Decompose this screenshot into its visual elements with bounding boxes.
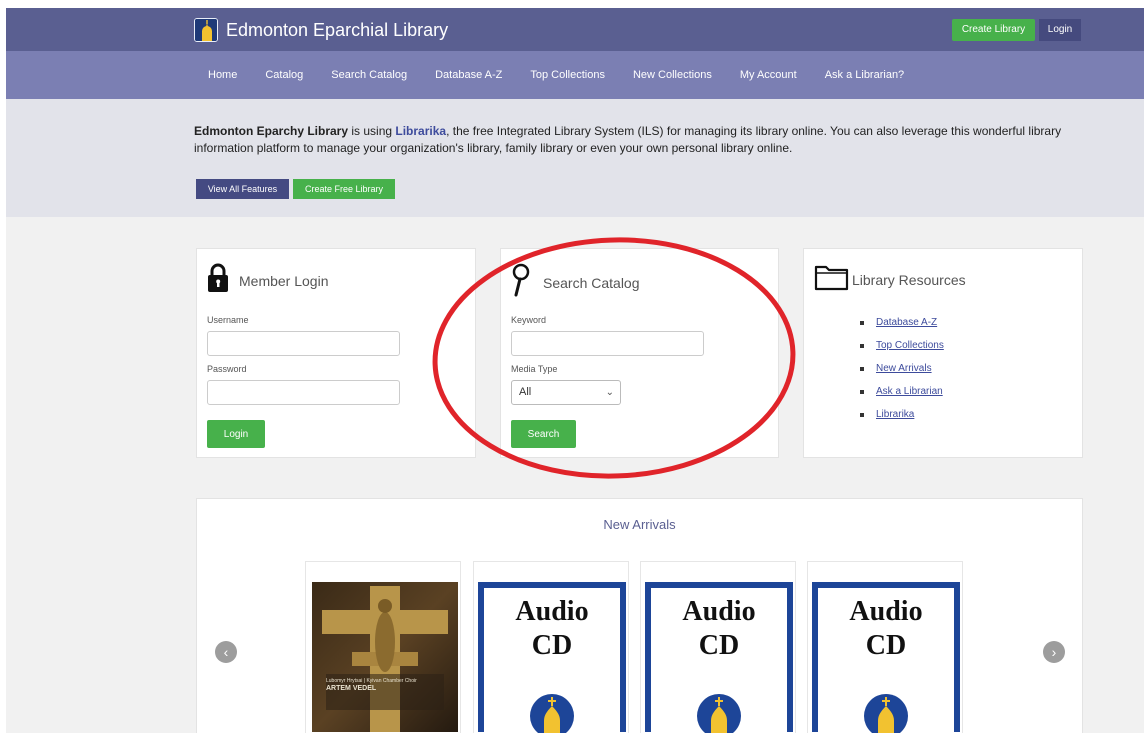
- list-item: Top Collections: [860, 340, 944, 351]
- login-button[interactable]: Login: [207, 420, 265, 448]
- nav-top-collections[interactable]: Top Collections: [530, 69, 605, 81]
- resource-link-ask-a-librarian[interactable]: Ask a Librarian: [876, 386, 943, 397]
- folder-icon: [814, 263, 850, 296]
- nav-home[interactable]: Home: [208, 69, 237, 81]
- church-dome-icon: [697, 694, 741, 733]
- lock-icon: [207, 263, 229, 298]
- library-logo-icon: [194, 18, 218, 42]
- username-label: Username: [207, 315, 249, 325]
- library-resources-title: Library Resources: [852, 271, 966, 288]
- library-resources-header: Library Resources: [814, 263, 966, 296]
- new-arrival-card[interactable]: Audio CD: [807, 561, 963, 733]
- bullet: [860, 389, 864, 394]
- arrow-left-icon[interactable]: ‹: [215, 641, 237, 663]
- album-cover-title: ARTEM VEDEL: [326, 685, 377, 692]
- nav-my-account[interactable]: My Account: [740, 69, 797, 81]
- create-free-library-button[interactable]: Create Free Library: [293, 179, 395, 199]
- bullet: [860, 343, 864, 348]
- intro-text-part-1: is using: [348, 124, 396, 138]
- nav-search-catalog[interactable]: Search Catalog: [331, 69, 407, 81]
- list-item: Database A-Z: [860, 317, 944, 328]
- password-input[interactable]: [207, 380, 400, 405]
- new-arrival-card[interactable]: Lubomyr Hrytsai | Kyivan Chamber Choir A…: [305, 561, 461, 733]
- audio-cd-cover: Audio CD: [645, 582, 793, 733]
- audio-cd-cover-inner: Audio CD: [651, 588, 787, 733]
- audio-cd-label-line1: Audio: [515, 596, 589, 627]
- keyword-label: Keyword: [511, 315, 547, 325]
- audio-cd-label-line1: Audio: [682, 596, 756, 627]
- search-catalog-title: Search Catalog: [543, 274, 640, 291]
- audio-cd-label-line2: CD: [865, 630, 907, 661]
- create-library-button[interactable]: Create Library: [952, 19, 1035, 41]
- audio-cd-label-line1: Audio: [849, 596, 923, 627]
- site-title: Edmonton Eparchial Library: [226, 20, 449, 40]
- nav-catalog[interactable]: Catalog: [265, 69, 303, 81]
- resource-link-new-arrivals[interactable]: New Arrivals: [876, 363, 932, 374]
- audio-cd-label-line2: CD: [531, 630, 573, 661]
- brand[interactable]: Edmonton Eparchial Library: [194, 18, 448, 42]
- library-resources-panel: Library Resources Database A-Z Top Colle…: [803, 248, 1083, 458]
- resource-link-top-collections[interactable]: Top Collections: [876, 340, 944, 351]
- resource-link-librarika[interactable]: Librarika: [876, 409, 914, 420]
- media-type-select[interactable]: All ⌄: [511, 380, 621, 405]
- search-catalog-panel: Search Catalog Keyword Media Type All ⌄ …: [500, 248, 779, 458]
- audio-cd-cover: Audio CD: [812, 582, 960, 733]
- bullet: [860, 320, 864, 325]
- nav-ask-a-librarian[interactable]: Ask a Librarian?: [825, 69, 905, 81]
- arrow-right-icon[interactable]: ›: [1043, 641, 1065, 663]
- main-nav: Home Catalog Search Catalog Database A-Z…: [194, 51, 932, 99]
- list-item: New Arrivals: [860, 363, 944, 374]
- library-name: Edmonton Eparchy Library: [194, 124, 349, 138]
- resource-link-database-a-z[interactable]: Database A-Z: [876, 317, 937, 328]
- member-login-title: Member Login: [239, 272, 329, 289]
- audio-cd-label-line2: CD: [698, 630, 740, 661]
- nav-database-a-z[interactable]: Database A-Z: [435, 69, 502, 81]
- view-all-features-button[interactable]: View All Features: [196, 179, 289, 199]
- member-login-header: Member Login: [207, 263, 329, 298]
- list-item: Ask a Librarian: [860, 386, 944, 397]
- nav-new-collections[interactable]: New Collections: [633, 69, 712, 81]
- librarika-link[interactable]: Librarika: [395, 124, 446, 138]
- header-login-button[interactable]: Login: [1039, 19, 1081, 41]
- keyword-input[interactable]: [511, 331, 704, 356]
- church-dome-icon: [864, 694, 908, 733]
- search-catalog-header: Search Catalog: [511, 263, 640, 302]
- new-arrival-card[interactable]: Audio CD: [473, 561, 629, 733]
- album-cover-image: Lubomyr Hrytsai | Kyivan Chamber Choir A…: [312, 582, 458, 732]
- list-item: Librarika: [860, 409, 944, 420]
- new-arrivals-title: New Arrivals: [603, 517, 676, 532]
- magnifier-icon: [511, 263, 531, 302]
- intro-text: Edmonton Eparchy Library is using Librar…: [194, 123, 1084, 157]
- audio-cd-cover: Audio CD: [478, 582, 626, 733]
- church-dome-icon: [530, 694, 574, 733]
- main-nav-bar: Home Catalog Search Catalog Database A-Z…: [6, 51, 1144, 99]
- password-label: Password: [207, 364, 247, 374]
- media-type-label: Media Type: [511, 364, 558, 374]
- username-input[interactable]: [207, 331, 400, 356]
- audio-cd-cover-inner: Audio CD: [818, 588, 954, 733]
- media-type-selected-value: All: [519, 386, 532, 398]
- member-login-panel: Member Login Username Password Login: [196, 248, 476, 458]
- page-frame: Edmonton Eparchial Library Create Librar…: [6, 8, 1144, 733]
- bullet: [860, 412, 864, 417]
- chevron-down-icon: ⌄: [605, 387, 614, 398]
- top-bar: Edmonton Eparchial Library Create Librar…: [6, 8, 1144, 51]
- search-button[interactable]: Search: [511, 420, 576, 448]
- bullet: [860, 366, 864, 371]
- album-cover-caption: Lubomyr Hrytsai | Kyivan Chamber Choir A…: [326, 678, 446, 693]
- audio-cd-cover-inner: Audio CD: [484, 588, 620, 733]
- new-arrival-card[interactable]: Audio CD: [640, 561, 796, 733]
- new-arrivals-section: New Arrivals ‹ › Lubomyr Hrytsai | Kyiva…: [196, 498, 1083, 733]
- intro-band: Edmonton Eparchy Library is using Librar…: [6, 99, 1144, 217]
- resources-list: Database A-Z Top Collections New Arrival…: [860, 317, 944, 432]
- album-cover-subtitle: Lubomyr Hrytsai | Kyivan Chamber Choir: [326, 678, 417, 684]
